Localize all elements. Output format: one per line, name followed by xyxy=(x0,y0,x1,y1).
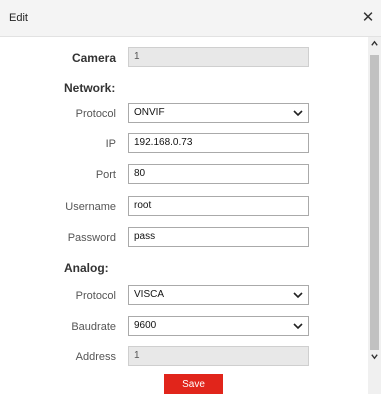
network-protocol-label: Protocol xyxy=(75,108,116,120)
edit-dialog: Edit ✕ Camera 1 Network: Protocol ONVIF … xyxy=(0,0,381,394)
address-row: Address 1 xyxy=(0,346,368,368)
password-row: Password pass xyxy=(0,227,368,249)
ip-label: IP xyxy=(105,138,116,150)
address-field: 1 xyxy=(128,346,309,366)
password-label: Password xyxy=(67,232,116,244)
scroll-up-icon[interactable] xyxy=(368,37,381,51)
chevron-down-icon xyxy=(293,110,303,117)
ip-field[interactable]: 192.168.0.73 xyxy=(128,133,309,153)
camera-field: 1 xyxy=(128,47,309,67)
network-protocol-select[interactable]: ONVIF xyxy=(128,103,309,123)
network-protocol-value: ONVIF xyxy=(134,107,165,118)
save-button[interactable]: Save xyxy=(164,374,223,394)
chevron-down-icon xyxy=(293,323,303,330)
username-field[interactable]: root xyxy=(128,196,309,216)
address-label: Address xyxy=(75,351,116,363)
port-label: Port xyxy=(95,169,116,181)
camera-label: Camera xyxy=(71,51,116,65)
dialog-titlebar: Edit ✕ xyxy=(0,0,381,37)
scrollbar-thumb[interactable] xyxy=(370,55,379,350)
analog-protocol-label: Protocol xyxy=(75,290,116,302)
username-label: Username xyxy=(65,201,116,213)
close-icon[interactable]: ✕ xyxy=(360,9,376,27)
username-row: Username root xyxy=(0,196,368,218)
dialog-title: Edit xyxy=(9,12,28,24)
baudrate-row: Baudrate 9600 xyxy=(0,316,368,338)
analog-protocol-value: VISCA xyxy=(134,289,165,300)
baudrate-label: Baudrate xyxy=(71,321,116,333)
analog-protocol-row: Protocol VISCA xyxy=(0,285,368,307)
analog-protocol-select[interactable]: VISCA xyxy=(128,285,309,305)
chevron-down-icon xyxy=(293,292,303,299)
port-field[interactable]: 80 xyxy=(128,164,309,184)
password-field[interactable]: pass xyxy=(128,227,309,247)
baudrate-value: 9600 xyxy=(134,320,157,331)
port-row: Port 80 xyxy=(0,164,368,186)
dialog-content: Camera 1 Network: Protocol ONVIF IP 192.… xyxy=(0,37,368,394)
analog-heading: Analog: xyxy=(64,261,109,275)
baudrate-select[interactable]: 9600 xyxy=(128,316,309,336)
scroll-down-icon[interactable] xyxy=(368,350,381,364)
camera-row: Camera 1 xyxy=(0,47,368,69)
network-heading: Network: xyxy=(64,81,116,95)
ip-row: IP 192.168.0.73 xyxy=(0,133,368,155)
network-protocol-row: Protocol ONVIF xyxy=(0,103,368,125)
